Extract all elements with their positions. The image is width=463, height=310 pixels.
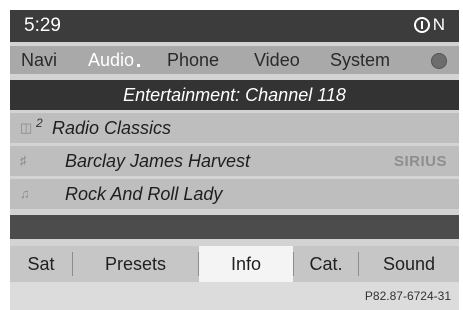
softkey-info[interactable]: Info xyxy=(199,246,293,282)
channel-header: Entertainment: Channel 118 xyxy=(10,80,459,110)
menu-item-audio-label: Audio xyxy=(88,50,135,70)
figure-code-bar: P82.87-6724-31 xyxy=(10,282,459,310)
menu-item-system[interactable]: System xyxy=(330,50,390,71)
active-indicator xyxy=(137,64,141,67)
softkey-bar: Sat Presets Info Cat. Sound xyxy=(10,246,459,282)
clock: 5:29 xyxy=(24,15,61,36)
compass-direction: N xyxy=(432,15,445,34)
song-title: Rock And Roll Lady xyxy=(65,184,223,204)
menu-item-video[interactable]: Video xyxy=(254,50,300,71)
infotainment-screen: 5:29 N Navi Audio Phone Video System Ent… xyxy=(10,10,459,310)
softkey-presets[interactable]: Presets xyxy=(73,246,198,282)
signal-icon: ◫ xyxy=(20,120,33,135)
compass-icon xyxy=(413,17,430,33)
compass-indicator: N xyxy=(413,15,445,35)
list-item-channel-name: ◫ 2 Radio Classics xyxy=(10,113,459,143)
preset-number: 2 xyxy=(36,116,43,130)
channel-name: Radio Classics xyxy=(52,118,172,138)
softkey-sound[interactable]: Sound xyxy=(359,246,459,282)
globe-icon[interactable] xyxy=(431,53,447,69)
sirius-logo: SIRIUS xyxy=(393,153,447,170)
menu-item-phone[interactable]: Phone xyxy=(167,50,219,71)
music-note-icon: ♫ xyxy=(20,186,30,201)
divider-band xyxy=(10,215,459,239)
list-item-title: ♫ Rock And Roll Lady xyxy=(10,179,459,209)
main-menu-bar: Navi Audio Phone Video System xyxy=(10,46,459,74)
list-item-artist: ♯ Barclay James Harvest SIRIUS xyxy=(10,146,459,176)
softkey-cat[interactable]: Cat. xyxy=(294,246,358,282)
menu-item-audio[interactable]: Audio xyxy=(88,50,141,71)
artist-icon: ♯ xyxy=(20,153,27,168)
figure-code: P82.87-6724-31 xyxy=(364,289,451,303)
status-bar: 5:29 N xyxy=(10,10,459,42)
softkey-sat[interactable]: Sat xyxy=(10,246,72,282)
menu-item-navi[interactable]: Navi xyxy=(21,50,57,71)
artist-name: Barclay James Harvest xyxy=(65,151,251,171)
